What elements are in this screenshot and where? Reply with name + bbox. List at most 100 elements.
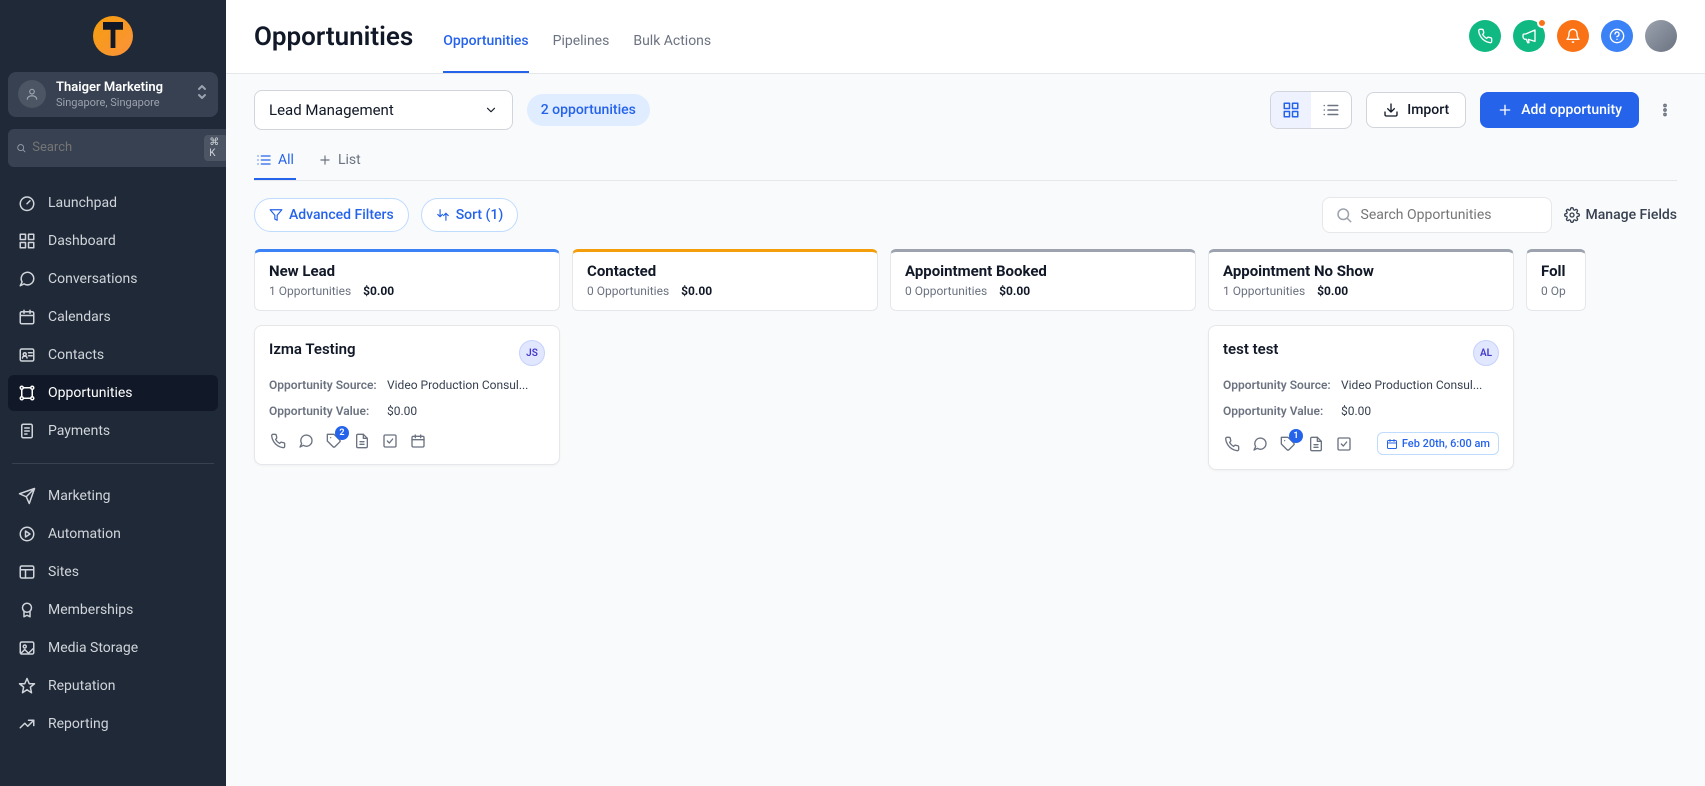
source-value: Video Production Consul... (387, 378, 528, 392)
assignee-avatar: JS (519, 340, 545, 366)
nav-dashboard[interactable]: Dashboard (8, 223, 218, 259)
pipeline-selector[interactable]: Lead Management (254, 90, 513, 130)
message-icon[interactable] (1251, 435, 1269, 453)
nav-label: Opportunities (48, 385, 133, 401)
column-count: 0 Opportunities (587, 284, 669, 298)
source-label: Opportunity Source: (269, 378, 377, 392)
source-label: Opportunity Source: (1223, 378, 1331, 392)
org-location: Singapore, Singapore (56, 96, 186, 109)
brand-logo (93, 16, 133, 56)
column-followup: Foll 0 Op (1526, 249, 1586, 470)
nav-calendars[interactable]: Calendars (8, 299, 218, 335)
chat-icon (18, 270, 36, 288)
view-toggle (1270, 91, 1352, 129)
global-search-input[interactable] (32, 140, 198, 155)
column-title: Appointment Booked (905, 262, 1181, 280)
manage-fields-button[interactable]: Manage Fields (1564, 207, 1678, 223)
search-icon (16, 141, 26, 155)
help-icon (1609, 28, 1625, 44)
opportunity-card[interactable]: test test AL Opportunity Source: Video P… (1208, 325, 1514, 470)
nav-automation[interactable]: Automation (8, 516, 218, 552)
nav-contacts[interactable]: Contacts (8, 337, 218, 373)
org-avatar-icon (18, 80, 46, 108)
subtab-label: All (278, 152, 294, 168)
opportunity-card[interactable]: Izma Testing JS Opportunity Source: Vide… (254, 325, 560, 465)
plus-icon (318, 153, 332, 167)
add-opportunity-button[interactable]: Add opportunity (1480, 92, 1639, 128)
column-contacted: Contacted 0 Opportunities $0.00 (572, 249, 878, 470)
schedule-icon[interactable] (409, 432, 427, 450)
nav-reporting[interactable]: Reporting (8, 706, 218, 742)
card-title: test test (1223, 340, 1278, 358)
view-board-button[interactable] (1271, 92, 1311, 128)
user-avatar[interactable] (1645, 20, 1677, 52)
advanced-filters-button[interactable]: Advanced Filters (254, 198, 409, 232)
subtab-all[interactable]: All (254, 144, 296, 180)
calendar-icon (1386, 438, 1398, 450)
filter-icon (269, 208, 283, 222)
gauge-icon (18, 194, 36, 212)
nav-media-storage[interactable]: Media Storage (8, 630, 218, 666)
view-list-button[interactable] (1311, 92, 1351, 128)
nav-sites[interactable]: Sites (8, 554, 218, 590)
call-icon[interactable] (269, 432, 287, 450)
nav-opportunities[interactable]: Opportunities (8, 375, 218, 411)
call-button[interactable] (1469, 20, 1501, 52)
grid-icon (18, 232, 36, 250)
column-title: Appointment No Show (1223, 262, 1499, 280)
nav-label: Conversations (48, 271, 137, 287)
send-icon (18, 487, 36, 505)
subtab-add-list[interactable]: List (316, 144, 363, 180)
nav-payments[interactable]: Payments (8, 413, 218, 449)
assignee-avatar: AL (1473, 340, 1499, 366)
main-area: Opportunities Opportunities Pipelines Bu… (226, 0, 1705, 786)
value-amount: $0.00 (1341, 404, 1371, 418)
tag-icon[interactable]: 1 (1279, 435, 1297, 453)
nav-label: Payments (48, 423, 110, 439)
search-icon (1335, 206, 1353, 224)
nav-label: Calendars (48, 309, 111, 325)
dots-vertical-icon (1656, 101, 1674, 119)
nav-memberships[interactable]: Memberships (8, 592, 218, 628)
image-icon (18, 639, 36, 657)
nav-marketing[interactable]: Marketing (8, 478, 218, 514)
receipt-icon (18, 422, 36, 440)
note-icon[interactable] (353, 432, 371, 450)
nav-conversations[interactable]: Conversations (8, 261, 218, 297)
nav-launchpad[interactable]: Launchpad (8, 185, 218, 221)
nav-primary: Launchpad Dashboard Conversations Calend… (8, 185, 218, 449)
announce-button[interactable] (1513, 20, 1545, 52)
tab-pipelines[interactable]: Pipelines (553, 33, 610, 73)
tab-bulk-actions[interactable]: Bulk Actions (633, 33, 711, 73)
task-icon[interactable] (1335, 435, 1353, 453)
import-button[interactable]: Import (1366, 92, 1466, 128)
star-icon (18, 677, 36, 695)
call-icon[interactable] (1223, 435, 1241, 453)
sidebar: Thaiger Marketing Singapore, Singapore ⌘… (0, 0, 226, 786)
notifications-button[interactable] (1557, 20, 1589, 52)
search-opportunities-input[interactable] (1361, 207, 1539, 223)
date-text: Feb 20th, 6:00 am (1402, 437, 1490, 450)
nav-label: Reputation (48, 678, 116, 694)
org-switcher[interactable]: Thaiger Marketing Singapore, Singapore (8, 72, 218, 117)
sort-button[interactable]: Sort (1) (421, 198, 519, 232)
nav-label: Media Storage (48, 640, 138, 656)
search-opportunities[interactable] (1322, 197, 1552, 233)
more-menu-button[interactable] (1653, 92, 1677, 128)
global-search[interactable]: ⌘ K (8, 129, 236, 167)
import-label: Import (1407, 102, 1449, 118)
nav-reputation[interactable]: Reputation (8, 668, 218, 704)
help-button[interactable] (1601, 20, 1633, 52)
tag-count-badge: 2 (335, 426, 349, 440)
gear-icon (1564, 207, 1580, 223)
value-label: Opportunity Value: (1223, 404, 1331, 418)
appointment-date-chip[interactable]: Feb 20th, 6:00 am (1377, 432, 1499, 455)
tag-icon[interactable]: 2 (325, 432, 343, 450)
tab-opportunities[interactable]: Opportunities (443, 33, 528, 73)
nav-label: Reporting (48, 716, 109, 732)
message-icon[interactable] (297, 432, 315, 450)
task-icon[interactable] (381, 432, 399, 450)
note-icon[interactable] (1307, 435, 1325, 453)
id-icon (18, 346, 36, 364)
nav-label: Automation (48, 526, 121, 542)
